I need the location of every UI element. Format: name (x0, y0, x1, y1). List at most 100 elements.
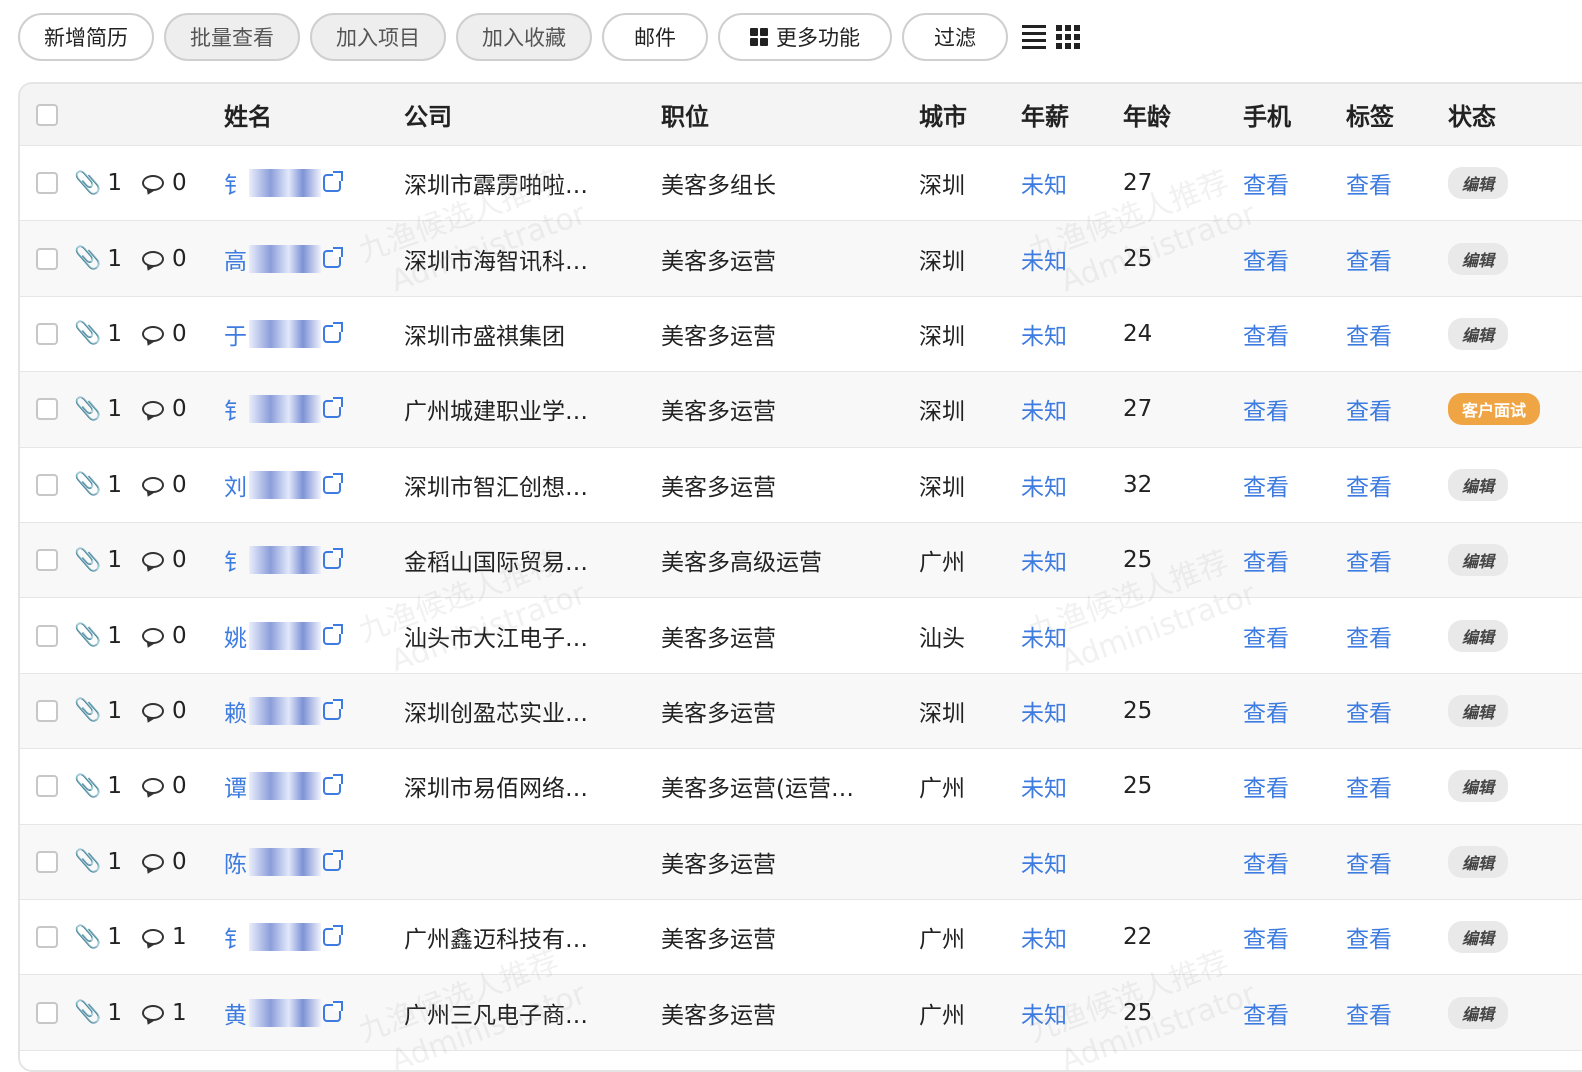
comment-count[interactable]: 1 (142, 975, 187, 1049)
table-row[interactable]: 📎 1 1 黄广州三凡电子商… 美客多运营 广州 未知 25 查看 查看 编辑 (20, 975, 1582, 1051)
table-row[interactable]: 📎 1 0 陈美客多运营 未知 查看 查看 编辑 (20, 824, 1582, 900)
col-name[interactable]: 姓名 (224, 84, 272, 145)
col-company[interactable]: 公司 (404, 84, 452, 145)
attachment-count[interactable]: 📎 1 (74, 146, 122, 220)
table-row[interactable]: 📎 1 0 钅深圳市霹雳啪啦… 美客多组长 深圳 未知 27 查看 查看 编辑 (20, 146, 1582, 222)
row-checkbox[interactable] (36, 146, 58, 220)
phone-view-link[interactable]: 查看 (1243, 825, 1289, 899)
col-tags[interactable]: 标签 (1346, 84, 1394, 145)
phone-view-link[interactable]: 查看 (1243, 975, 1289, 1049)
row-checkbox[interactable] (36, 372, 58, 446)
comment-count[interactable]: 1 (142, 900, 187, 974)
external-link-icon[interactable] (323, 925, 343, 947)
tags-view-link[interactable]: 查看 (1346, 146, 1392, 220)
status-badge-edit[interactable]: 编辑 (1448, 845, 1509, 878)
attachment-count[interactable]: 📎 1 (74, 975, 122, 1049)
table-row[interactable]: 📎 1 0 刘深圳市智汇创想… 美客多运营 深圳 未知 32 查看 查看 编辑 (20, 447, 1582, 523)
tags-view-link[interactable]: 查看 (1346, 297, 1392, 371)
table-row[interactable]: 📎 1 0 钅广州城建职业学… 美客多运营 深圳 未知 27 查看 查看 客户面试 (20, 372, 1582, 448)
phone-view-link[interactable]: 查看 (1243, 297, 1289, 371)
external-link-icon[interactable] (323, 548, 343, 570)
external-link-icon[interactable] (323, 246, 343, 268)
external-link-icon[interactable] (323, 849, 343, 871)
row-checkbox[interactable] (36, 598, 58, 672)
row-checkbox[interactable] (36, 221, 58, 295)
table-row[interactable]: 📎 1 1 钅广州鑫迈科技有… 美客多运营 广州 未知 22 查看 查看 编辑 (20, 900, 1582, 976)
table-row[interactable]: 📎 1 0 姚汕头市大江电子… 美客多运营 汕头 未知 查看 查看 编辑 (20, 598, 1582, 674)
tags-view-link[interactable]: 查看 (1346, 221, 1392, 295)
add-to-project-button[interactable]: 加入项目 (310, 13, 446, 61)
salary-link[interactable]: 未知 (1021, 448, 1067, 522)
comment-count[interactable]: 0 (142, 674, 187, 748)
external-link-icon[interactable] (323, 774, 343, 796)
salary-link[interactable]: 未知 (1021, 674, 1067, 748)
attachment-count[interactable]: 📎 1 (74, 372, 122, 446)
phone-view-link[interactable]: 查看 (1243, 749, 1289, 823)
list-view-icon[interactable] (1022, 25, 1046, 49)
batch-view-button[interactable]: 批量查看 (164, 13, 300, 61)
phone-view-link[interactable]: 查看 (1243, 221, 1289, 295)
salary-link[interactable]: 未知 (1021, 825, 1067, 899)
row-checkbox[interactable] (36, 900, 58, 974)
col-salary[interactable]: 年薪 (1021, 84, 1069, 145)
email-button[interactable]: 邮件 (602, 13, 708, 61)
tags-view-link[interactable]: 查看 (1346, 372, 1392, 446)
external-link-icon[interactable] (323, 698, 343, 720)
tags-view-link[interactable]: 查看 (1346, 749, 1392, 823)
phone-view-link[interactable]: 查看 (1243, 448, 1289, 522)
row-checkbox[interactable] (36, 749, 58, 823)
status-badge-edit[interactable]: 编辑 (1448, 167, 1509, 200)
status-badge-edit[interactable]: 编辑 (1448, 770, 1509, 803)
row-checkbox[interactable] (36, 975, 58, 1049)
table-row[interactable]: 📎 1 0 高深圳市海智讯科… 美客多运营 深圳 未知 25 查看 查看 编辑 (20, 221, 1582, 297)
status-badge-edit[interactable]: 编辑 (1448, 694, 1509, 727)
table-row[interactable]: 📎 1 0 谭深圳市易佰网络… 美客多运营(运营… 广州 未知 25 查看 查看 编辑 (20, 749, 1582, 825)
status-badge-edit[interactable]: 编辑 (1448, 242, 1509, 275)
attachment-count[interactable]: 📎 1 (74, 523, 122, 597)
salary-link[interactable]: 未知 (1021, 900, 1067, 974)
row-checkbox[interactable] (36, 825, 58, 899)
grid-view-icon[interactable] (1056, 25, 1080, 49)
phone-view-link[interactable]: 查看 (1243, 674, 1289, 748)
status-badge-edit[interactable]: 编辑 (1448, 996, 1509, 1029)
phone-view-link[interactable]: 查看 (1243, 372, 1289, 446)
tags-view-link[interactable]: 查看 (1346, 975, 1392, 1049)
salary-link[interactable]: 未知 (1021, 975, 1067, 1049)
tags-view-link[interactable]: 查看 (1346, 598, 1392, 672)
phone-view-link[interactable]: 查看 (1243, 146, 1289, 220)
salary-link[interactable]: 未知 (1021, 598, 1067, 672)
row-checkbox[interactable] (36, 297, 58, 371)
salary-link[interactable]: 未知 (1021, 372, 1067, 446)
col-status[interactable]: 状态 (1448, 84, 1496, 145)
status-badge-edit[interactable]: 编辑 (1448, 468, 1509, 501)
external-link-icon[interactable] (323, 472, 343, 494)
status-badge-edit[interactable]: 编辑 (1448, 619, 1509, 652)
tags-view-link[interactable]: 查看 (1346, 825, 1392, 899)
salary-link[interactable]: 未知 (1021, 221, 1067, 295)
phone-view-link[interactable]: 查看 (1243, 523, 1289, 597)
table-row[interactable]: 📎 1 0 钅金稻山国际贸易… 美客多高级运营 广州 未知 25 查看 查看 编辑 (20, 523, 1582, 599)
comment-count[interactable]: 0 (142, 598, 187, 672)
external-link-icon[interactable] (323, 623, 343, 645)
phone-view-link[interactable]: 查看 (1243, 900, 1289, 974)
attachment-count[interactable]: 📎 1 (74, 900, 122, 974)
status-badge-interview[interactable]: 客户面试 (1448, 393, 1541, 426)
col-age[interactable]: 年龄 (1123, 84, 1171, 145)
tags-view-link[interactable]: 查看 (1346, 900, 1392, 974)
col-position[interactable]: 职位 (661, 84, 709, 145)
filter-button[interactable]: 过滤 (902, 13, 1008, 61)
attachment-count[interactable]: 📎 1 (74, 825, 122, 899)
table-row[interactable]: 📎 1 0 于深圳市盛祺集团 美客多运营 深圳 未知 24 查看 查看 编辑 (20, 296, 1582, 373)
phone-view-link[interactable]: 查看 (1243, 598, 1289, 672)
tags-view-link[interactable]: 查看 (1346, 523, 1392, 597)
attachment-count[interactable]: 📎 1 (74, 297, 122, 371)
tags-view-link[interactable]: 查看 (1346, 448, 1392, 522)
col-phone[interactable]: 手机 (1243, 84, 1291, 145)
row-checkbox[interactable] (36, 523, 58, 597)
external-link-icon[interactable] (323, 321, 343, 343)
status-badge-edit[interactable]: 编辑 (1448, 921, 1509, 954)
add-resume-button[interactable]: 新增简历 (18, 13, 154, 61)
status-badge-edit[interactable]: 编辑 (1448, 544, 1509, 577)
comment-count[interactable]: 0 (142, 523, 187, 597)
comment-count[interactable]: 0 (142, 372, 187, 446)
